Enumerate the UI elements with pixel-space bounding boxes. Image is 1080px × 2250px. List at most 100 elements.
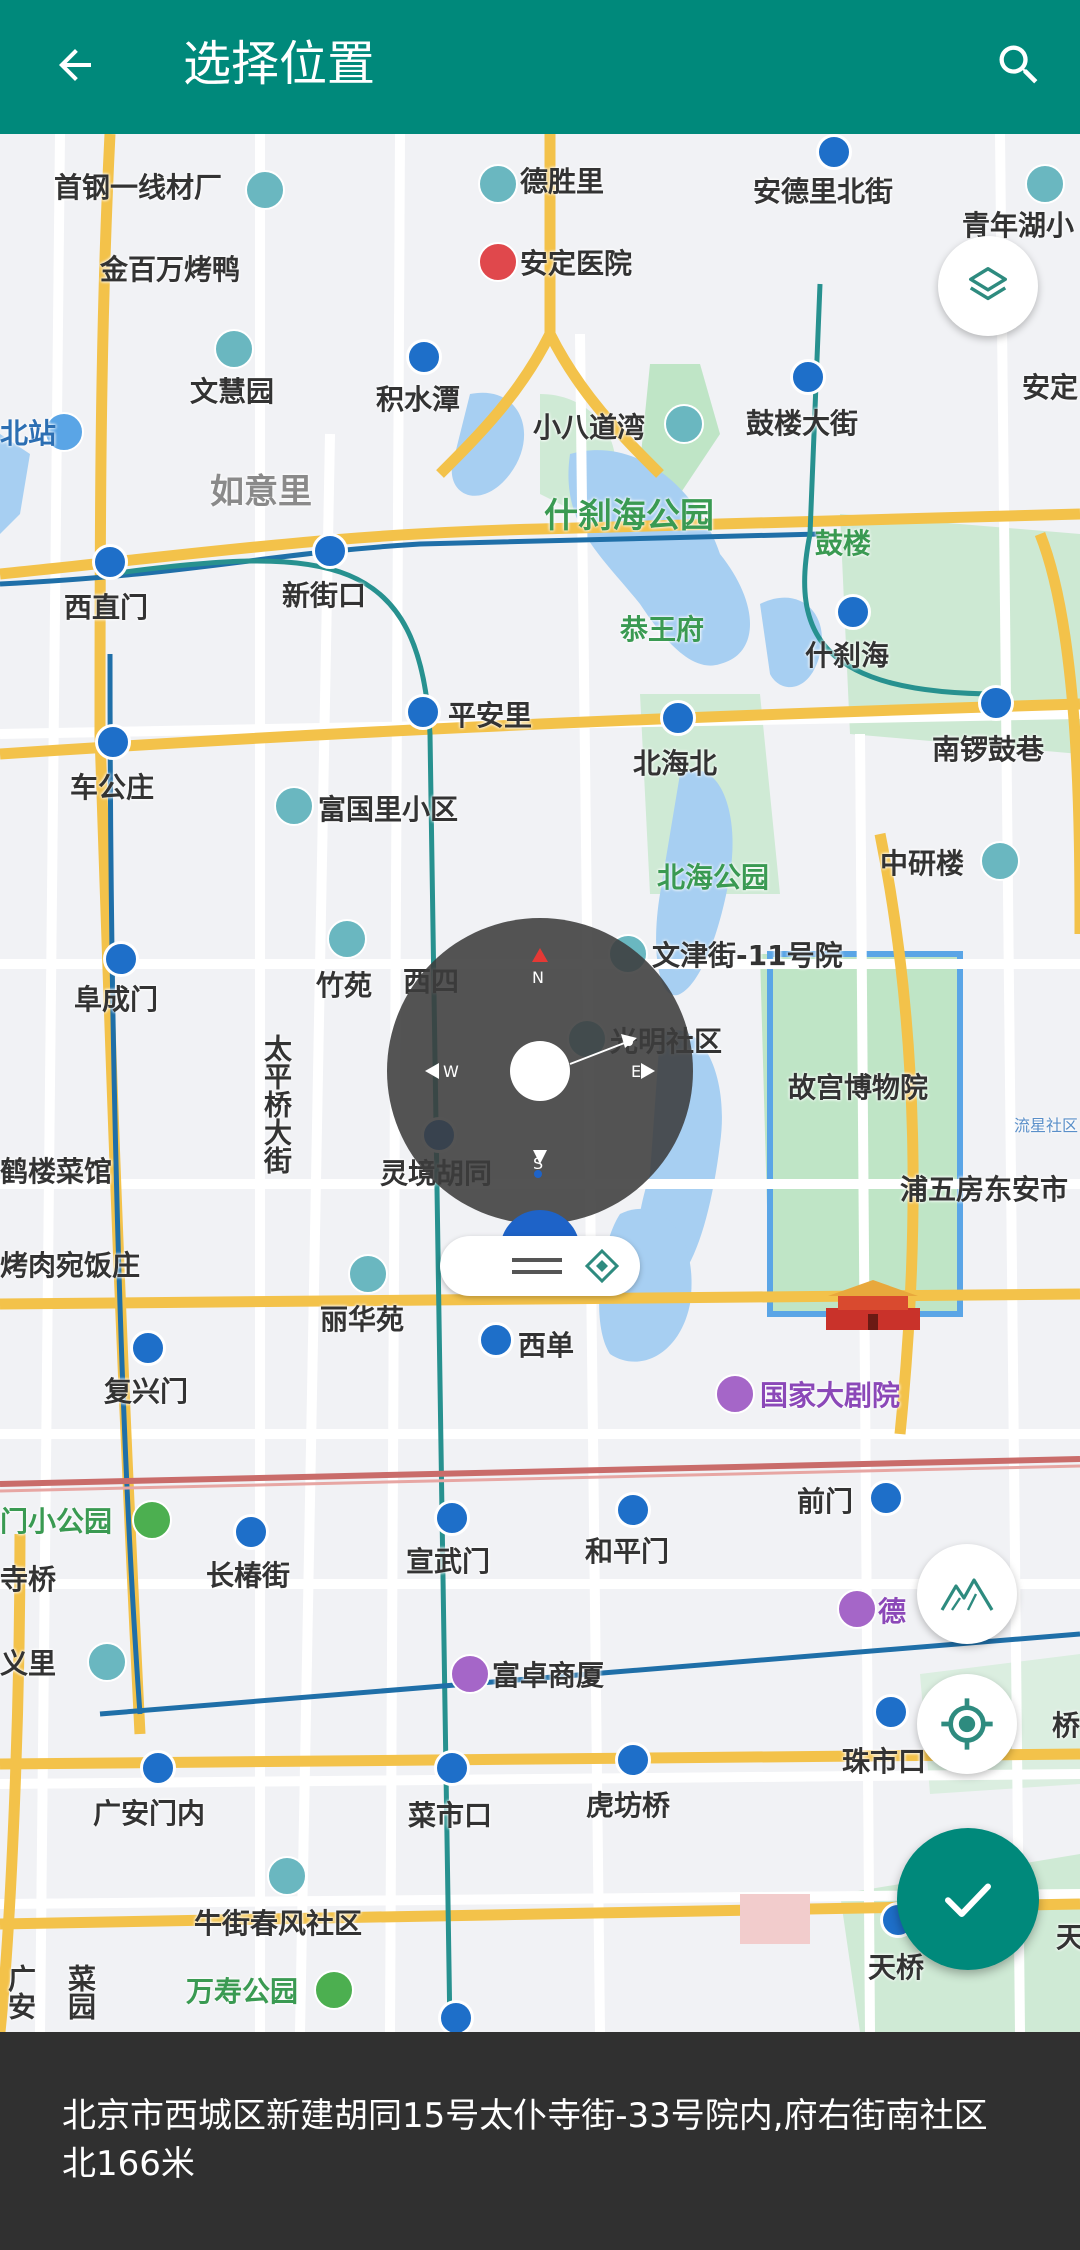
map-label: 故宫博物院 [788,1071,929,1104]
metro-icon [615,1742,651,1778]
map-label: 浦五房东安市 [900,1173,1069,1206]
map-view[interactable]: 首钢一线材厂 德胜里 安德里北街 青年湖小 金百万烤鸭 安定医院 文慧园 积水潭… [0,134,1080,2032]
map-label: 安德里北街 [753,175,894,208]
metro-icon [103,941,139,977]
terrain-button[interactable] [917,1544,1017,1644]
shopping-icon [450,1654,490,1694]
compass-dial [425,948,655,1164]
metro-icon [434,1750,470,1786]
metro-icon [95,724,131,760]
map-label: 富国里小区 [318,793,459,826]
check-icon [945,1883,991,1917]
map-label: 烤肉宛饭庄 [0,1249,141,1282]
map-label: 菜市口 [408,1799,493,1832]
metro-icon [478,1322,514,1358]
map-label: 广安 [4,1964,37,2020]
map-label: 首钢一线材厂 [54,171,223,204]
map-label: 太平桥大街 [260,1034,293,1174]
map-label: 广安门内 [93,1797,206,1830]
map-label: 桥 [1052,1709,1080,1742]
page-title: 选择位置 [183,36,376,92]
metro-icon [405,694,441,730]
map-label: 珠市口 [842,1745,927,1778]
map-label: 北站 [0,417,57,450]
metro-icon [434,1500,470,1536]
map-label: 恭王府 [620,613,705,646]
metro-icon [835,594,871,630]
map-label: 复兴门 [104,1375,189,1408]
metro-icon [615,1492,651,1528]
layers-icon [969,267,1007,301]
metro-icon [660,700,696,736]
map-label: 阜成门 [74,983,159,1016]
park-icon [314,1970,354,2010]
location-dot [534,1170,542,1178]
map-label: 西单 [518,1329,575,1362]
map-label: 天桥 [868,1951,925,1984]
map-label: 菜园 [64,1964,97,2020]
my-location-button[interactable] [917,1674,1017,1774]
map-label: 鼓楼 [815,527,872,560]
menu-lines-icon [512,1258,562,1274]
metro-icon [406,339,442,375]
metro-icon [312,533,348,569]
map-label: 德胜里 [520,165,605,198]
map-label: 天 [1056,1921,1080,1954]
building-icon [980,841,1020,881]
map-label: 文慧园 [190,375,275,408]
app-bar: 选择位置 [0,0,1080,134]
building-icon [87,1642,127,1682]
theater-icon [715,1374,755,1414]
diamond-icon [584,1248,620,1284]
map-label: 竹苑 [316,969,373,1002]
map-label: 积水潭 [376,383,461,416]
building-icon [664,404,704,444]
map-label: 小八道湾 [533,411,646,444]
map-label: 金百万烤鸭 [100,253,241,286]
map-label: 德 [878,1595,907,1628]
confirm-button[interactable] [897,1828,1039,1970]
map-label: 如意里 [210,472,312,512]
map-label: 西直门 [64,591,149,624]
compass-north-label: N [532,968,544,987]
search-icon [999,45,1038,84]
map-label: 万寿公园 [186,1975,299,2008]
metro-icon [816,134,852,170]
map-label: 富卓商厦 [492,1659,605,1692]
map-label: 车公庄 [70,771,155,804]
map-label: 北海北 [633,747,718,780]
tiananmen-icon [826,1280,920,1330]
my-location-icon [941,1698,993,1750]
layers-button[interactable] [938,236,1038,336]
terrain-icon [940,1578,994,1611]
map-label: 丽华苑 [320,1303,405,1336]
map-label: 新街口 [282,579,367,612]
building-icon [267,1856,307,1896]
map-label: 平安里 [448,699,533,732]
building-icon [274,786,314,826]
compass-east-label: E [631,1062,642,1081]
map-tool-pill[interactable] [440,1236,640,1296]
compass-control[interactable]: N S E W [387,918,693,1224]
map-label: 南锣鼓巷 [932,733,1045,766]
building-icon [1025,164,1065,204]
metro-icon [978,685,1014,721]
building-icon [327,919,367,959]
map-label: 安定 [1022,371,1079,404]
map-label: 鼓楼大街 [746,407,859,440]
metro-icon [233,1514,269,1550]
back-button[interactable] [40,30,110,100]
map-label: 牛街春风社区 [194,1907,363,1940]
compass-west-label: W [443,1062,459,1081]
metro-icon [873,1694,909,1730]
search-button[interactable] [984,30,1054,100]
arrow-left-icon [59,49,91,81]
metro-icon [130,1330,166,1366]
theater-icon [837,1589,877,1629]
map-label: 国家大剧院 [760,1379,901,1412]
building-icon [245,170,285,210]
map-label: 安定医院 [520,247,633,280]
map-label: 长椿街 [206,1559,291,1592]
selected-address: 北京市西城区新建胡同15号太仆寺街-33号院内,府右街南社区北166米 [62,2096,988,2184]
hospital-icon [478,242,518,282]
